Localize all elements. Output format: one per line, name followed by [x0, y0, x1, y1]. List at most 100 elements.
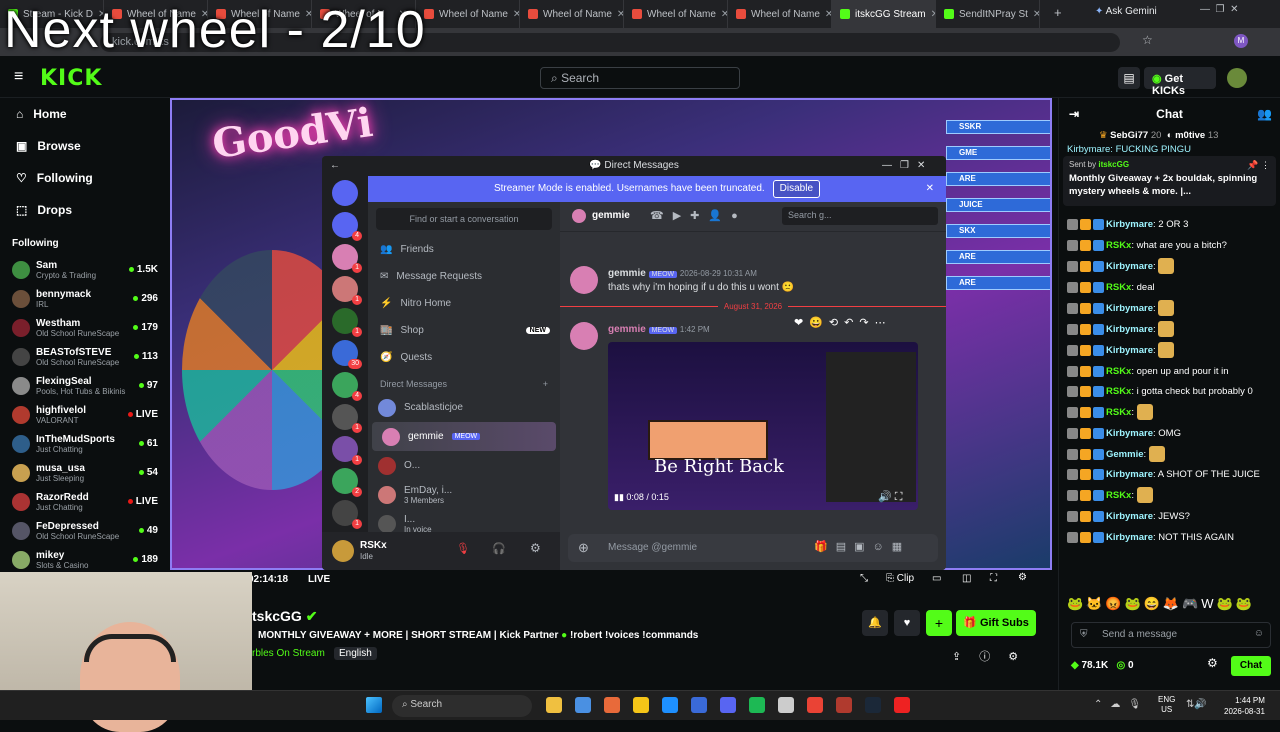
- chat-message[interactable]: RSKx:: [1059, 402, 1280, 423]
- followed-channel[interactable]: Westham Old School RuneScape 179: [0, 313, 170, 342]
- pin-icon[interactable]: 📌 ⋮: [1247, 160, 1270, 171]
- server-icon[interactable]: 4: [332, 212, 362, 241]
- bookmark-star-icon[interactable]: ☆: [1142, 33, 1153, 47]
- emoji-icon[interactable]: ☺: [1254, 628, 1264, 639]
- chat-message[interactable]: Kirbymare: A SHOT OF THE JUICE: [1059, 468, 1280, 482]
- chat-message[interactable]: Kirbymare: NOT THIS AGAIN: [1059, 527, 1280, 548]
- start-icon[interactable]: [366, 697, 382, 713]
- channel-item-quests[interactable]: 🧭 Quests: [368, 344, 560, 371]
- channel-item-shop[interactable]: 🏬 Shop NEW: [368, 317, 560, 344]
- get-kicks-button[interactable]: ◉ Get KICKs: [1144, 67, 1216, 97]
- message-input[interactable]: ⊕ Message @gemmie 🎁▤▣☺▦: [568, 534, 938, 562]
- video-playback-bar[interactable]: ▮▮ 0:08 / 0:15: [614, 492, 669, 503]
- clock[interactable]: 1:44 PM 2026-08-31: [1224, 695, 1265, 717]
- video-attachment[interactable]: Be Right Back ▮▮ 0:08 / 0:15 🔊 ⛶: [608, 342, 918, 510]
- user-settings-icon[interactable]: ⚙: [530, 541, 541, 555]
- dm-item[interactable]: Scablasticjoe: [368, 393, 560, 422]
- fullscreen-icon[interactable]: ⛶: [990, 573, 997, 584]
- nav-item-browse[interactable]: ▣ Browse: [0, 130, 170, 162]
- chat-message[interactable]: RSKx: open up and pour it in: [1059, 361, 1280, 382]
- followed-channel[interactable]: highfivelol VALORANT LIVE: [0, 400, 170, 429]
- gift-subs-button[interactable]: 🎁 Gift Subs: [956, 610, 1036, 636]
- followed-channel[interactable]: bennymack IRL 296: [0, 284, 170, 313]
- ask-gemini-button[interactable]: ✦ Ask Gemini: [1095, 6, 1157, 17]
- video-volume-icon[interactable]: 🔊 ⛶: [878, 490, 902, 504]
- followed-channel[interactable]: mikey Slots & Casino 189: [0, 545, 170, 574]
- followed-channel[interactable]: BEASTofSTEVE Old School RuneScape 113: [0, 342, 170, 371]
- search-input[interactable]: ⌕ Search: [540, 67, 740, 89]
- server-icon[interactable]: 1: [332, 500, 362, 529]
- input-action-icons[interactable]: 🎁▤▣☺▦: [814, 540, 910, 553]
- pinned-message[interactable]: Sent by itskcGG Monthly Giveaway + 2x bo…: [1063, 156, 1276, 206]
- streamer-name[interactable]: tskcGG ✔: [252, 608, 317, 625]
- taskbar-app-icon[interactable]: [749, 697, 765, 713]
- mute-icon[interactable]: 🎙: [456, 542, 470, 555]
- window-controls[interactable]: — ❐ ✕: [1200, 4, 1238, 15]
- deafen-icon[interactable]: 🎧: [492, 542, 506, 555]
- dm-item[interactable]: gemmie MEOW: [372, 422, 556, 451]
- chat-message[interactable]: RSKx: what are you a bitch?: [1059, 235, 1280, 256]
- chat-users-icon[interactable]: 👥: [1257, 98, 1272, 130]
- tab-close-icon[interactable]: ✕: [617, 9, 623, 20]
- add-dm-icon[interactable]: +: [543, 379, 548, 389]
- followed-channel[interactable]: RazorRedd Just Chatting LIVE: [0, 487, 170, 516]
- pip-icon[interactable]: ◫: [962, 573, 971, 584]
- message-actions[interactable]: ❤😀⟲↶↷⋯: [794, 316, 892, 329]
- followed-channel[interactable]: InTheMudSports Just Chatting 61: [0, 429, 170, 458]
- collapse-chat-icon[interactable]: ⇥: [1069, 98, 1079, 130]
- chat-message[interactable]: Kirbymare:: [1059, 340, 1280, 361]
- menu-icon[interactable]: ≡: [14, 68, 23, 86]
- user-avatar[interactable]: [1227, 68, 1247, 88]
- followed-channel[interactable]: FeDepressed Old School RuneScape 49: [0, 516, 170, 545]
- taskbar-app-icon[interactable]: [604, 697, 620, 713]
- profile-avatar[interactable]: M: [1234, 34, 1248, 48]
- discord-home-icon[interactable]: [332, 180, 358, 206]
- nav-item-following[interactable]: ♡ Following: [0, 162, 170, 194]
- notification-bell-icon[interactable]: 🔔: [862, 610, 888, 636]
- taskbar-app-icon[interactable]: [865, 697, 881, 713]
- language-indicator[interactable]: ENG US: [1158, 695, 1175, 715]
- send-message-input[interactable]: ⛨ Send a message ☺: [1071, 622, 1271, 648]
- server-icon[interactable]: 1: [332, 436, 362, 465]
- chat-message[interactable]: Kirbymare:: [1059, 298, 1280, 319]
- taskbar-app-icon[interactable]: [662, 697, 678, 713]
- header-action-icons[interactable]: ☎▶✚👤●: [650, 209, 747, 222]
- browser-tab[interactable]: Wheel of Name ✕: [416, 0, 520, 28]
- tab-close-icon[interactable]: ✕: [1033, 9, 1039, 20]
- chat-settings-icon[interactable]: ⚙: [1207, 656, 1218, 670]
- taskbar-app-icon[interactable]: [778, 697, 794, 713]
- kick-logo[interactable]: KICK: [40, 66, 102, 91]
- taskbar-app-icon[interactable]: [575, 697, 591, 713]
- find-conversation-input[interactable]: Find or start a conversation: [376, 208, 552, 230]
- taskbar-app-icon[interactable]: [720, 697, 736, 713]
- chat-message[interactable]: RSKx:: [1059, 485, 1280, 506]
- new-tab-button[interactable]: +: [1054, 5, 1062, 20]
- expand-icon[interactable]: ⤡: [860, 573, 868, 584]
- chat-message[interactable]: RSKx: deal: [1059, 277, 1280, 298]
- chat-message[interactable]: Kirbymare:: [1059, 319, 1280, 340]
- banner-close-icon[interactable]: ✕: [926, 176, 934, 202]
- nav-item-home[interactable]: ⌂ Home: [0, 98, 170, 130]
- back-arrow-icon[interactable]: ←: [330, 156, 340, 176]
- server-icon[interactable]: 4: [332, 372, 362, 401]
- tab-close-icon[interactable]: ✕: [721, 9, 727, 20]
- server-icon[interactable]: 2: [332, 468, 362, 497]
- chat-send-button[interactable]: Chat: [1231, 656, 1271, 676]
- channel-item-nitro-home[interactable]: ⚡ Nitro Home: [368, 290, 560, 317]
- chat-message[interactable]: Kirbymare: OMG: [1059, 423, 1280, 444]
- browser-tab[interactable]: Wheel of Name ✕: [728, 0, 832, 28]
- emote-bar[interactable]: 🐸🐱😡🐸😄🦊🎮W🐸🐸: [1067, 596, 1255, 612]
- chat-message[interactable]: Kirbymare: 2 OR 3: [1059, 214, 1280, 235]
- dm-item[interactable]: EmDay, i... 3 Members: [368, 480, 560, 509]
- attach-icon[interactable]: ⊕: [578, 540, 589, 556]
- dm-item[interactable]: O...: [368, 451, 560, 480]
- network-volume-icons[interactable]: ⇅🔊: [1186, 699, 1207, 710]
- user-avatar[interactable]: [332, 540, 354, 562]
- chat-message[interactable]: RSKx: i gotta check but probably 0: [1059, 385, 1280, 399]
- disable-button[interactable]: Disable: [772, 180, 821, 198]
- discord-window-controls[interactable]: —❐✕: [882, 156, 933, 176]
- chat-message[interactable]: Kirbymare: JEWS?: [1059, 506, 1280, 527]
- browser-tab[interactable]: itskcGG Stream✕: [832, 0, 936, 28]
- server-icon[interactable]: 1: [332, 308, 362, 337]
- taskbar-app-icon[interactable]: [691, 697, 707, 713]
